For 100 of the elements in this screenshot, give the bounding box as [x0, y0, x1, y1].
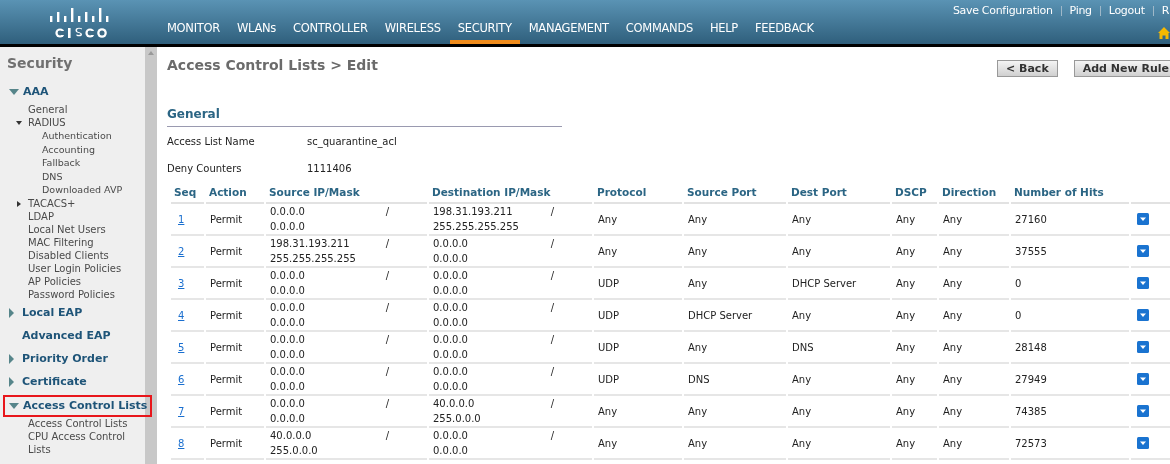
sidebar-subitem[interactable]: Accounting	[7, 142, 145, 156]
sidebar-subitem[interactable]: LDAP	[7, 209, 132, 223]
sidebar-subitem[interactable]: Local Net Users	[7, 222, 132, 236]
nav-tab[interactable]: MANAGEMENT	[528, 21, 609, 44]
table-cell: Any	[943, 405, 963, 417]
table-cell: Any	[943, 341, 963, 353]
table-cell: Any	[943, 373, 963, 385]
table-cell-text: 255.0.0.0	[270, 444, 318, 458]
table-cell: 0	[1015, 277, 1022, 289]
sidebar-subitem[interactable]: DNS	[7, 169, 145, 183]
page-title: Access Control Lists > Edit	[167, 57, 378, 73]
sidebar-subitem[interactable]: Password Policies	[7, 287, 132, 301]
header-link[interactable]: Logout	[1108, 4, 1145, 17]
sequence-link[interactable]: 1	[175, 213, 188, 225]
table-cell: 28148	[1015, 341, 1047, 353]
sidebar-subitem[interactable]: CPU Access Control Lists	[7, 429, 132, 456]
sidebar-subitem[interactable]: User Login Policies	[7, 261, 132, 275]
table-cell: Any	[792, 309, 812, 321]
sequence-link[interactable]: 2	[175, 245, 188, 257]
table-cell-text: 0.0.0.0	[433, 284, 468, 298]
slash-separator: /	[385, 333, 389, 347]
sequence-link[interactable]: 8	[175, 437, 188, 449]
sidebar-subitem[interactable]: Downloaded AVP	[7, 183, 145, 197]
slash-separator: /	[550, 397, 554, 411]
field-label: Access List Name	[167, 136, 256, 149]
sidebar-item[interactable]: Local EAP	[7, 301, 92, 324]
header-link[interactable]: R	[1161, 4, 1169, 17]
slash-separator: /	[550, 269, 554, 283]
nav-tab[interactable]: COMMANDS	[625, 21, 693, 44]
table-cell: 27160	[1015, 213, 1047, 225]
nav-tab[interactable]: WIRELESS	[384, 21, 441, 44]
table-cell: DHCP Server	[792, 277, 857, 289]
slash-separator: /	[550, 301, 554, 315]
sidebar-item[interactable]: Certificate	[7, 370, 96, 393]
sidebar-subitem[interactable]: TACACS+	[7, 196, 132, 210]
sidebar-subitem[interactable]: MAC Filtering	[7, 235, 132, 249]
nav-tab[interactable]: HELP	[709, 21, 738, 44]
table-cell: DNS	[688, 373, 710, 385]
table-cell: Permit	[210, 213, 243, 225]
table-cell-text: 0.0.0.0	[270, 205, 305, 219]
action-button[interactable]: Add New Rule	[1073, 60, 1170, 77]
table-cell-text: 0.0.0.0	[433, 269, 468, 283]
nav-tab[interactable]: FEEDBACK	[755, 21, 814, 44]
slash-separator: /	[550, 365, 554, 379]
sequence-link[interactable]: 7	[175, 405, 188, 417]
sidebar-subitem[interactable]: Access Control Lists	[7, 416, 132, 430]
column-header: Number of Hits	[1014, 186, 1104, 198]
table-cell-text: 198.31.193.211	[433, 205, 514, 219]
table-cell: Permit	[210, 245, 243, 257]
nav-tab[interactable]: WLANs	[236, 21, 276, 44]
sidebar-subitem[interactable]: Fallback	[7, 156, 145, 170]
table-cell: Any	[943, 437, 963, 449]
table-cell: UDP	[598, 341, 620, 353]
sequence-link[interactable]: 4	[175, 309, 188, 321]
slash-separator: /	[550, 205, 554, 219]
nav-tab[interactable]: CONTROLLER	[292, 21, 368, 44]
sidebar-subitem[interactable]: AP Policies	[7, 274, 132, 288]
sequence-link[interactable]: 6	[175, 373, 188, 385]
table-cell-text: 0.0.0.0	[270, 301, 305, 315]
nav-tab[interactable]: SECURITY	[449, 21, 520, 44]
table-cell: Any	[688, 277, 708, 289]
sequence-link[interactable]: 3	[175, 277, 188, 289]
sidebar-subitem[interactable]: Disabled Clients	[7, 248, 132, 262]
table-cell: Any	[896, 405, 916, 417]
table-cell: Any	[688, 213, 708, 225]
table-cell: Any	[598, 437, 618, 449]
table-cell-text: 0.0.0.0	[433, 348, 468, 362]
header-link[interactable]: Save Configuration	[952, 4, 1053, 17]
table-cell: Permit	[210, 309, 243, 321]
table-cell: Permit	[210, 277, 243, 289]
field-label: Deny Counters	[167, 163, 243, 176]
table-cell-text: 0.0.0.0	[433, 333, 468, 347]
table-cell: Any	[943, 277, 963, 289]
sidebar-subitem[interactable]: General	[7, 103, 132, 116]
column-header: Protocol	[597, 186, 647, 198]
table-cell-text: 255.0.0.0	[433, 412, 481, 426]
slash-separator: /	[550, 237, 554, 251]
column-header: Dest Port	[791, 186, 847, 198]
table-cell: UDP	[598, 277, 620, 289]
sidebar-subitem[interactable]: RADIUS	[7, 116, 132, 129]
table-cell: Any	[896, 309, 916, 321]
table-cell-text: 0.0.0.0	[433, 237, 468, 251]
sidebar-item[interactable]: AAA	[7, 81, 58, 103]
sidebar-item[interactable]: Priority Order	[7, 347, 117, 370]
nav-tab[interactable]: MONITOR	[167, 21, 220, 44]
sidebar-item[interactable]: Advanced EAP	[7, 324, 120, 347]
column-header: Source Port	[687, 186, 757, 198]
column-header: Destination IP/Mask	[432, 186, 551, 198]
table-cell: Any	[792, 213, 812, 225]
table-cell-text: 0.0.0.0	[270, 220, 305, 234]
table-cell: UDP	[598, 309, 620, 321]
header-link[interactable]: Ping	[1069, 4, 1092, 17]
table-cell: DNS	[792, 341, 814, 353]
table-cell: Any	[896, 277, 916, 289]
sequence-link[interactable]: 5	[175, 341, 188, 353]
action-button[interactable]: < Back	[997, 60, 1058, 77]
sidebar-subitem[interactable]: Authentication	[7, 129, 145, 143]
table-cell-text: 0.0.0.0	[433, 444, 468, 458]
table-cell: Any	[598, 405, 618, 417]
table-cell: Any	[896, 245, 916, 257]
